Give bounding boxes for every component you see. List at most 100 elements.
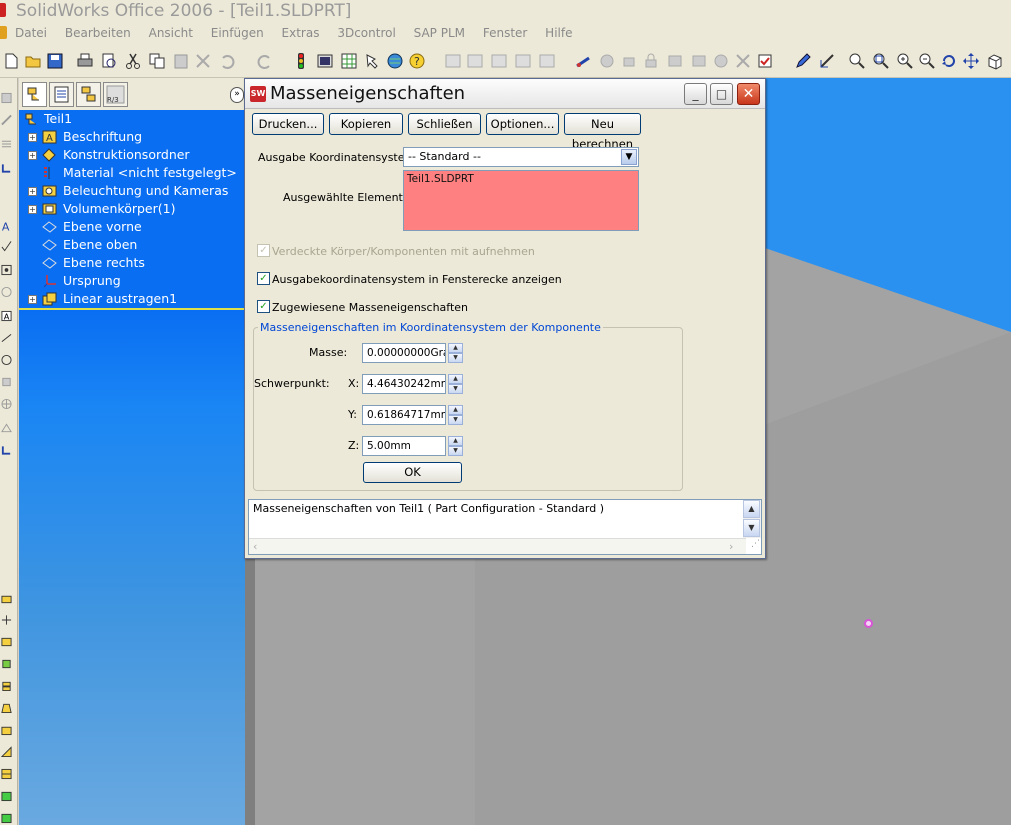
menu-fenster[interactable]: Fenster bbox=[483, 26, 528, 40]
expand-toggle[interactable]: + bbox=[28, 133, 37, 142]
cog-z-field[interactable]: 5.00mm bbox=[362, 436, 446, 456]
scroll-left-icon[interactable]: ‹ bbox=[253, 540, 257, 553]
document-menu-icon[interactable] bbox=[0, 26, 7, 39]
toolstrip-feature-icon-8[interactable] bbox=[1, 746, 12, 758]
toolstrip-feature-icon-2[interactable] bbox=[1, 614, 12, 626]
tab-sap-r3[interactable]: R/3 bbox=[103, 82, 128, 107]
toolstrip-tool-icon-7[interactable] bbox=[1, 332, 12, 344]
toolstrip-feature-icon-6[interactable] bbox=[1, 702, 12, 714]
toolstrip-feature-icon-9[interactable] bbox=[1, 768, 12, 780]
resize-grip-icon[interactable]: ⋰ bbox=[746, 539, 760, 553]
coord-system-select[interactable]: -- Standard -- ▼ bbox=[403, 147, 639, 167]
menu-3dcontrol[interactable]: 3Dcontrol bbox=[337, 26, 395, 40]
show-coord-corner-checkbox[interactable]: ✓ bbox=[257, 272, 270, 285]
minimize-button[interactable]: _ bbox=[684, 83, 707, 105]
selected-element-item[interactable]: Teil1.SLDPRT bbox=[407, 173, 474, 185]
menu-datei[interactable]: Datei bbox=[15, 26, 47, 40]
tab-feature-manager[interactable] bbox=[22, 82, 47, 107]
toolstrip-feature-icon-7[interactable] bbox=[1, 724, 12, 736]
toolstrip-feature-icon-11[interactable] bbox=[1, 812, 12, 824]
toolstrip-tool-icon-1[interactable] bbox=[1, 92, 12, 104]
stepper-down-icon[interactable]: ▼ bbox=[448, 353, 463, 363]
stepper-down-icon[interactable]: ▼ bbox=[448, 446, 463, 456]
expand-toggle[interactable]: + bbox=[28, 187, 37, 196]
stepper-up-icon[interactable]: ▲ bbox=[448, 374, 463, 384]
toolstrip-tool-icon-6[interactable] bbox=[1, 286, 12, 298]
toolstrip-tool-icon-10[interactable] bbox=[1, 398, 12, 410]
zoom-fit-icon[interactable] bbox=[848, 52, 866, 70]
print-icon[interactable] bbox=[76, 52, 94, 70]
stepper-up-icon[interactable]: ▲ bbox=[448, 405, 463, 415]
toolstrip-feature-icon-5[interactable] bbox=[1, 680, 12, 692]
expand-toggle[interactable]: + bbox=[28, 151, 37, 160]
measure-icon[interactable] bbox=[574, 52, 592, 70]
toolstrip-feature-icon-10[interactable] bbox=[1, 790, 12, 802]
toolstrip-tool-icon-3[interactable] bbox=[1, 138, 12, 150]
maximize-button[interactable]: □ bbox=[710, 83, 733, 105]
toolstrip-feature-icon-4[interactable] bbox=[1, 658, 12, 670]
cog-y-stepper[interactable]: ▲ ▼ bbox=[448, 405, 463, 425]
ok-button[interactable]: OK bbox=[363, 462, 462, 483]
help-icon[interactable]: ? bbox=[408, 52, 426, 70]
toolstrip-tool-icon-11[interactable] bbox=[1, 422, 12, 434]
toolstrip-feature-icon-3[interactable] bbox=[1, 636, 12, 648]
toolstrip-tool-icon-2[interactable] bbox=[1, 114, 12, 126]
toolstrip-tool-icon-5[interactable] bbox=[1, 264, 12, 276]
check-rule-icon[interactable] bbox=[756, 52, 774, 70]
close-window-button[interactable]: ✕ bbox=[737, 83, 760, 105]
copy-button[interactable]: Kopieren bbox=[329, 113, 403, 135]
copy-icon[interactable] bbox=[148, 52, 166, 70]
expand-toggle[interactable]: + bbox=[28, 295, 37, 304]
rollback-bar[interactable] bbox=[19, 308, 245, 310]
toolstrip-tool-icon-12[interactable] bbox=[1, 444, 12, 456]
mass-stepper[interactable]: ▲ ▼ bbox=[448, 343, 463, 363]
print-preview-icon[interactable] bbox=[100, 52, 118, 70]
scroll-right-icon[interactable]: › bbox=[729, 540, 733, 553]
rebuild-traffic-light-icon[interactable] bbox=[292, 52, 310, 70]
menu-ansicht[interactable]: Ansicht bbox=[149, 26, 193, 40]
menu-hilfe[interactable]: Hilfe bbox=[545, 26, 572, 40]
save-icon[interactable] bbox=[46, 52, 64, 70]
expand-toggle[interactable]: + bbox=[28, 205, 37, 214]
stepper-down-icon[interactable]: ▼ bbox=[448, 384, 463, 394]
smart-dimension-icon[interactable] bbox=[818, 52, 836, 70]
menu-bearbeiten[interactable]: Bearbeiten bbox=[65, 26, 131, 40]
stepper-down-icon[interactable]: ▼ bbox=[448, 415, 463, 425]
toolstrip-tool-icon-4[interactable] bbox=[1, 162, 12, 174]
cog-x-field[interactable]: 4.46430242mm bbox=[362, 374, 446, 394]
selected-elements-box[interactable]: Teil1.SLDPRT bbox=[403, 170, 639, 231]
toolstrip-annotation-icon[interactable]: A bbox=[1, 310, 12, 322]
scroll-down-icon[interactable]: ▼ bbox=[743, 519, 760, 537]
scroll-up-icon[interactable]: ▲ bbox=[743, 500, 760, 518]
new-file-icon[interactable] bbox=[2, 52, 20, 70]
mass-field[interactable]: 0.00000000Gramm bbox=[362, 343, 446, 363]
grid-icon[interactable] bbox=[340, 52, 358, 70]
cog-y-field[interactable]: 0.61864717mm bbox=[362, 405, 446, 425]
chevron-down-icon[interactable]: ▼ bbox=[621, 149, 637, 165]
close-button[interactable]: Schließen bbox=[408, 113, 481, 135]
print-button[interactable]: Drucken... bbox=[252, 113, 324, 135]
horizontal-scrollbar[interactable]: ‹ › bbox=[249, 538, 746, 554]
menu-einfuegen[interactable]: Einfügen bbox=[211, 26, 264, 40]
cog-z-stepper[interactable]: ▲ ▼ bbox=[448, 436, 463, 456]
cut-icon[interactable] bbox=[124, 52, 142, 70]
toolstrip-feature-icon-1[interactable] bbox=[1, 593, 12, 605]
cog-x-stepper[interactable]: ▲ ▼ bbox=[448, 374, 463, 394]
menu-extras[interactable]: Extras bbox=[282, 26, 320, 40]
toolstrip-tool-icon-8[interactable] bbox=[1, 354, 12, 366]
zoom-in-out-icon[interactable] bbox=[896, 52, 914, 70]
stepper-up-icon[interactable]: ▲ bbox=[448, 436, 463, 446]
web-globe-icon[interactable] bbox=[386, 52, 404, 70]
menu-sap-plm[interactable]: SAP PLM bbox=[414, 26, 465, 40]
zoom-selection-icon[interactable] bbox=[918, 52, 936, 70]
select-filter-icon[interactable] bbox=[364, 52, 382, 70]
toolstrip-text-icon[interactable]: A bbox=[1, 220, 12, 232]
rotate-view-icon[interactable] bbox=[940, 52, 958, 70]
open-folder-icon[interactable] bbox=[24, 52, 42, 70]
options-button[interactable]: Optionen... bbox=[486, 113, 559, 135]
assigned-mass-checkbox[interactable]: ✓ bbox=[257, 300, 270, 313]
tab-configuration-manager[interactable] bbox=[76, 82, 101, 107]
stepper-up-icon[interactable]: ▲ bbox=[448, 343, 463, 353]
toolstrip-check-icon[interactable] bbox=[1, 240, 12, 252]
vertical-scrollbar[interactable]: ▲ ▼ bbox=[743, 500, 761, 538]
